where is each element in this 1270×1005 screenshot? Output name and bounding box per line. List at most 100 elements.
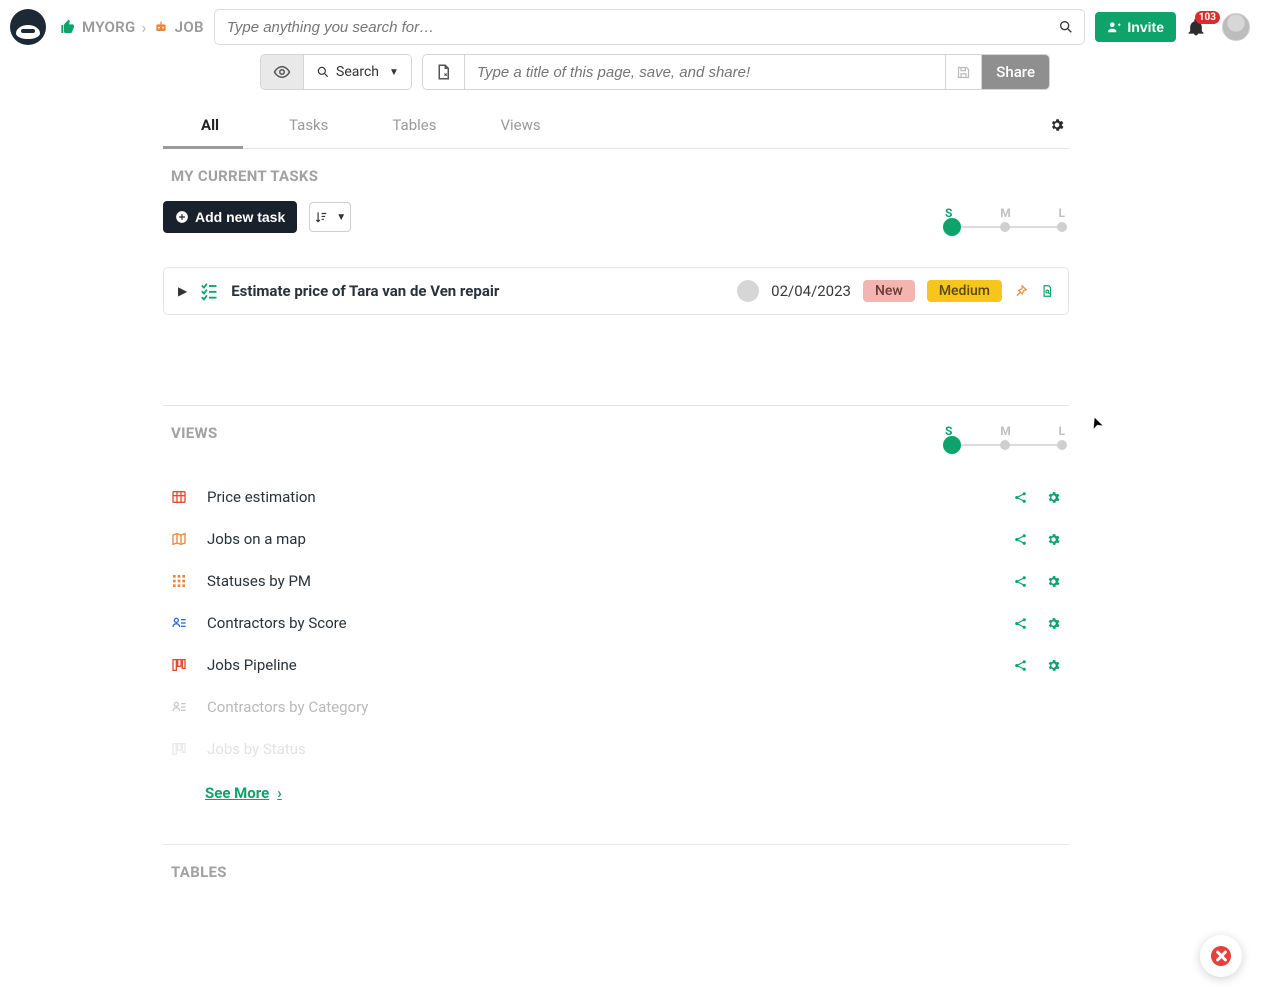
save-icon — [956, 65, 971, 80]
map-icon — [171, 531, 189, 547]
view-label: Statuses by PM — [207, 572, 311, 590]
pin-icon[interactable] — [1014, 284, 1028, 298]
size-stop-l[interactable] — [1057, 440, 1067, 450]
gear-icon[interactable] — [1046, 616, 1061, 631]
chevron-right-icon: › — [142, 18, 147, 37]
search-icon — [316, 65, 330, 79]
view-search-group: Search ▼ — [260, 54, 412, 90]
tasks-size-slider[interactable]: S M L — [945, 206, 1065, 228]
file-search-icon[interactable] — [1040, 284, 1054, 298]
breadcrumb-page[interactable]: JOB — [175, 18, 204, 36]
app-logo[interactable] — [10, 9, 46, 45]
size-stop-m[interactable] — [1000, 222, 1010, 232]
notification-count-badge: 103 — [1195, 11, 1220, 24]
kanban-icon — [171, 741, 189, 757]
tabs-settings-button[interactable] — [1049, 117, 1065, 133]
see-more-label: See More — [205, 784, 269, 802]
table-icon — [171, 489, 189, 505]
gear-icon[interactable] — [1046, 658, 1061, 673]
matrix-icon — [171, 573, 189, 589]
robot-icon — [153, 19, 169, 35]
task-title: Estimate price of Tara van de Ven repair — [231, 282, 499, 300]
task-assignee-avatar[interactable] — [737, 280, 759, 302]
share-icon[interactable] — [1013, 574, 1028, 589]
breadcrumb-org[interactable]: MYORG — [82, 18, 136, 36]
cursor-icon: ➤ — [1086, 414, 1107, 432]
page-type-button[interactable] — [423, 55, 465, 89]
size-l: L — [1059, 206, 1066, 220]
size-stop-l[interactable] — [1057, 222, 1067, 232]
preview-button[interactable] — [261, 55, 304, 89]
share-icon[interactable] — [1013, 616, 1028, 631]
invite-label: Invite — [1127, 19, 1164, 35]
view-label: Contractors by Score — [207, 614, 347, 632]
task-status-badge[interactable]: New — [863, 280, 915, 302]
sort-icon — [314, 210, 328, 224]
task-priority-badge[interactable]: Medium — [927, 280, 1002, 302]
size-knob[interactable] — [943, 218, 961, 236]
page-title-input[interactable] — [465, 55, 945, 89]
view-row[interactable]: Price estimation — [163, 476, 1069, 518]
search-dropdown[interactable]: Search ▼ — [304, 55, 411, 89]
chevron-right-icon: › — [277, 784, 282, 802]
view-row[interactable]: Statuses by PM — [163, 560, 1069, 602]
gear-icon[interactable] — [1046, 574, 1061, 589]
share-button[interactable]: Share — [981, 55, 1049, 89]
section-title-views: VIEWS — [163, 406, 218, 452]
size-knob[interactable] — [943, 436, 961, 454]
views-size-slider[interactable]: S M L — [945, 424, 1065, 446]
tab-tables[interactable]: Tables — [360, 102, 468, 148]
share-icon[interactable] — [1013, 532, 1028, 547]
view-row[interactable]: Contractors by Category — [163, 686, 1069, 728]
sort-button[interactable]: ▼ — [309, 202, 351, 232]
thumbs-up-icon — [60, 19, 76, 35]
roster-icon — [171, 699, 189, 715]
section-title-tables: TABLES — [163, 845, 1069, 891]
view-label: Price estimation — [207, 488, 316, 506]
view-row[interactable]: Contractors by Score — [163, 602, 1069, 644]
lifebuoy-icon — [1211, 946, 1231, 966]
caret-down-icon: ▼ — [389, 67, 399, 78]
expand-caret-icon[interactable]: ▶ — [178, 284, 187, 298]
tab-views[interactable]: Views — [468, 102, 572, 148]
page-title-group: Share — [422, 54, 1050, 90]
see-more-link[interactable]: See More › — [163, 770, 1069, 810]
add-task-button[interactable]: Add new task — [163, 201, 297, 233]
breadcrumb: MYORG › JOB — [60, 18, 204, 37]
size-m: M — [1000, 206, 1011, 220]
search-icon[interactable] — [1058, 19, 1074, 35]
add-task-label: Add new task — [195, 209, 285, 225]
global-search-input[interactable] — [225, 18, 1059, 37]
tab-all[interactable]: All — [163, 102, 257, 148]
share-icon[interactable] — [1013, 490, 1028, 505]
view-row[interactable]: Jobs Pipeline — [163, 644, 1069, 686]
view-row[interactable]: Jobs on a map — [163, 518, 1069, 560]
view-label: Jobs on a map — [207, 530, 306, 548]
share-icon[interactable] — [1013, 658, 1028, 673]
task-row[interactable]: ▶ Estimate price of Tara van de Ven repa… — [163, 267, 1069, 315]
plus-circle-icon — [175, 210, 189, 224]
gear-icon[interactable] — [1046, 490, 1061, 505]
global-search[interactable] — [214, 9, 1086, 45]
size-l: L — [1059, 424, 1066, 438]
invite-button[interactable]: Invite — [1095, 12, 1176, 42]
size-stop-m[interactable] — [1000, 440, 1010, 450]
size-m: M — [1000, 424, 1011, 438]
tab-underline — [163, 146, 243, 149]
person-plus-icon — [1107, 20, 1121, 34]
page-icon — [434, 63, 452, 81]
roster-icon — [171, 615, 189, 631]
checklist-icon — [199, 281, 219, 301]
tab-tasks[interactable]: Tasks — [257, 102, 360, 148]
caret-down-icon: ▼ — [336, 212, 346, 223]
gear-icon[interactable] — [1046, 532, 1061, 547]
kanban-icon — [171, 657, 189, 673]
share-label: Share — [996, 63, 1035, 81]
notifications[interactable]: 103 — [1186, 17, 1212, 37]
save-button[interactable] — [945, 55, 981, 89]
help-bubble[interactable] — [1200, 935, 1242, 977]
view-row[interactable]: Jobs by Status — [163, 728, 1069, 770]
tabs: All Tasks Tables Views — [163, 102, 1069, 149]
user-avatar[interactable] — [1222, 13, 1250, 41]
view-label: Jobs by Status — [207, 740, 306, 758]
